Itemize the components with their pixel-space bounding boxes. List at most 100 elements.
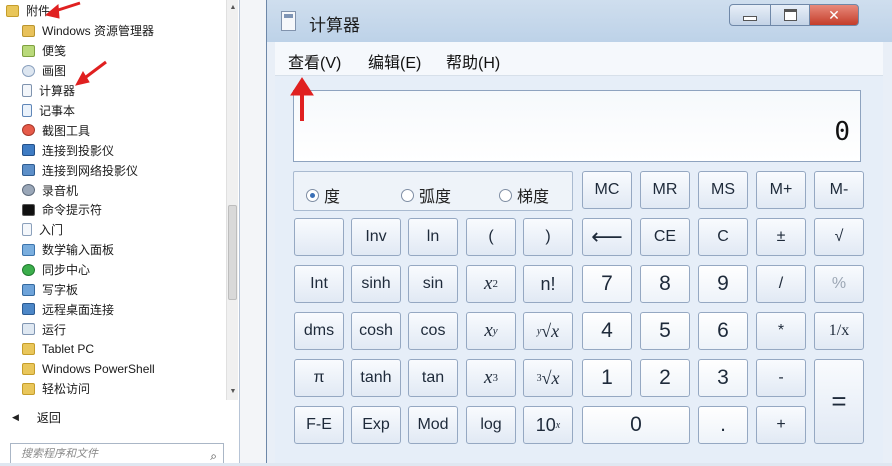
- menu-folder-tablet-pc[interactable]: Tablet PC: [0, 339, 226, 359]
- radio-gradians[interactable]: 梯度: [499, 183, 549, 207]
- left-paren-button[interactable]: (: [466, 218, 516, 256]
- menu-folder-powershell[interactable]: Windows PowerShell: [0, 359, 226, 379]
- accessories-folder[interactable]: 附件: [0, 0, 226, 21]
- reciprocal-button[interactable]: 1/x: [814, 312, 864, 350]
- tan-button[interactable]: tan: [408, 359, 458, 397]
- scrollbar-thumb[interactable]: [228, 205, 237, 300]
- sqrt-button[interactable]: √: [814, 218, 864, 256]
- menu-item-notepad[interactable]: 记事本: [0, 101, 226, 121]
- sinh-button[interactable]: sinh: [351, 265, 401, 303]
- close-button[interactable]: ✕: [809, 4, 859, 26]
- digit-0-button[interactable]: 0: [582, 406, 690, 444]
- menu-view[interactable]: 查看(V): [288, 49, 341, 73]
- menu-item-sound-recorder[interactable]: 录音机: [0, 180, 226, 200]
- menu-item-label: 便笺: [42, 44, 67, 59]
- cos-button[interactable]: cos: [408, 312, 458, 350]
- menu-item-label: 命令提示符: [42, 203, 103, 218]
- ms-button[interactable]: MS: [698, 171, 748, 209]
- right-paren-button[interactable]: ): [523, 218, 573, 256]
- plus-minus-button[interactable]: ±: [756, 218, 806, 256]
- x-squared-button[interactable]: x2: [466, 265, 516, 303]
- log-button[interactable]: log: [466, 406, 516, 444]
- menu-item-projector[interactable]: 连接到投影仪: [0, 140, 226, 160]
- menu-folder-ease-of-access[interactable]: 轻松访问: [0, 379, 226, 399]
- menu-item-snipping-tool[interactable]: 截图工具: [0, 120, 226, 140]
- menu-item-calculator[interactable]: 计算器: [0, 81, 226, 101]
- menu-item-getting-started[interactable]: 入门: [0, 220, 226, 240]
- menu-item-remote-desktop[interactable]: 远程桌面连接: [0, 299, 226, 319]
- x-cubed-button[interactable]: x3: [466, 359, 516, 397]
- add-button[interactable]: +: [756, 406, 806, 444]
- subtract-button[interactable]: -: [756, 359, 806, 397]
- y-root-x-button[interactable]: y √x: [523, 312, 573, 350]
- minimize-button[interactable]: [729, 4, 771, 26]
- backspace-button[interactable]: ⟵: [582, 218, 632, 256]
- fe-button[interactable]: F-E: [294, 406, 344, 444]
- menu-item-sync-center[interactable]: 同步中心: [0, 260, 226, 280]
- menu-item-math-input[interactable]: 数学输入面板: [0, 240, 226, 260]
- mr-button[interactable]: MR: [640, 171, 690, 209]
- base-label: 10: [535, 414, 556, 435]
- digit-1-button[interactable]: 1: [582, 359, 632, 397]
- menu-scrollbar[interactable]: ▲ ▼: [226, 0, 238, 400]
- menu-item-label: 记事本: [39, 104, 76, 118]
- scroll-up-icon[interactable]: ▲: [228, 3, 238, 13]
- base-label: x: [484, 320, 493, 341]
- decimal-button[interactable]: .: [698, 406, 748, 444]
- digit-3-button[interactable]: 3: [698, 359, 748, 397]
- menu-help[interactable]: 帮助(H): [446, 49, 500, 73]
- digit-8-button[interactable]: 8: [640, 265, 690, 303]
- radio-radians[interactable]: 弧度: [401, 183, 451, 207]
- exp-button[interactable]: Exp: [351, 406, 401, 444]
- cube-root-button[interactable]: 3 √x: [523, 359, 573, 397]
- menu-item-wordpad[interactable]: 写字板: [0, 280, 226, 300]
- digit-9-button[interactable]: 9: [698, 265, 748, 303]
- multiply-button[interactable]: *: [756, 312, 806, 350]
- int-button[interactable]: Int: [294, 265, 344, 303]
- menu-item-run[interactable]: 运行: [0, 319, 226, 339]
- percent-button[interactable]: %: [814, 265, 864, 303]
- digit-7-button[interactable]: 7: [582, 265, 632, 303]
- scroll-down-icon[interactable]: ▼: [228, 387, 238, 397]
- sin-button[interactable]: sin: [408, 265, 458, 303]
- mod-button[interactable]: Mod: [408, 406, 458, 444]
- title-bar[interactable]: 计算器 ✕: [267, 0, 892, 42]
- search-input[interactable]: 搜索程序和文件 ⌕: [10, 443, 224, 463]
- back-button[interactable]: ◀ 返回: [0, 405, 238, 429]
- digit-4-button[interactable]: 4: [582, 312, 632, 350]
- menu-item-command-prompt[interactable]: 命令提示符: [0, 200, 226, 220]
- menu-item-paint[interactable]: 画图: [0, 61, 226, 81]
- menu-item-sticky-notes[interactable]: 便笺: [0, 41, 226, 61]
- tanh-button[interactable]: tanh: [351, 359, 401, 397]
- run-icon: [22, 323, 35, 336]
- digit-2-button[interactable]: 2: [640, 359, 690, 397]
- pi-button[interactable]: π: [294, 359, 344, 397]
- calculator-window: 计算器 ✕ 查看(V) 编辑(E) 帮助(H) 0 度 弧度 梯度 MC MR …: [266, 0, 892, 463]
- mc-button[interactable]: MC: [582, 171, 632, 209]
- radio-label: 梯度: [517, 189, 550, 206]
- menu-edit[interactable]: 编辑(E): [368, 49, 421, 73]
- m-plus-button[interactable]: M+: [756, 171, 806, 209]
- ten-power-x-button[interactable]: 10 x: [523, 406, 573, 444]
- maximize-button[interactable]: [770, 4, 810, 26]
- search-icon[interactable]: ⌕: [210, 446, 217, 466]
- radio-degrees[interactable]: 度: [306, 183, 340, 207]
- m-minus-button[interactable]: M-: [814, 171, 864, 209]
- menu-item-network-projector[interactable]: 连接到网络投影仪: [0, 160, 226, 180]
- digit-5-button[interactable]: 5: [640, 312, 690, 350]
- cosh-button[interactable]: cosh: [351, 312, 401, 350]
- ce-button[interactable]: CE: [640, 218, 690, 256]
- radio-unselected-icon: [499, 188, 512, 202]
- menu-item-label: Windows 资源管理器: [42, 24, 155, 39]
- c-button[interactable]: C: [698, 218, 748, 256]
- ln-button[interactable]: ln: [408, 218, 458, 256]
- x-power-y-button[interactable]: xy: [466, 312, 516, 350]
- factorial-button[interactable]: n!: [523, 265, 573, 303]
- inv-button[interactable]: Inv: [351, 218, 401, 256]
- equals-button[interactable]: =: [814, 359, 864, 444]
- digit-6-button[interactable]: 6: [698, 312, 748, 350]
- divide-button[interactable]: /: [756, 265, 806, 303]
- dms-button[interactable]: dms: [294, 312, 344, 350]
- desktop-background: [240, 0, 266, 463]
- menu-item-explorer[interactable]: Windows 资源管理器: [0, 21, 226, 41]
